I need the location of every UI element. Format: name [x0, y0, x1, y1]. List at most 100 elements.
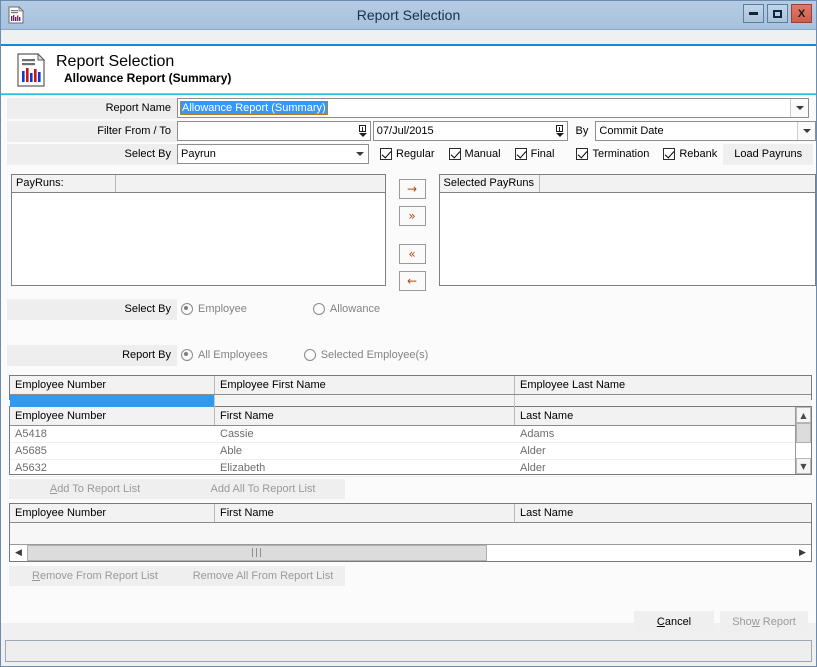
transfer-button-group: → » « ←: [398, 179, 426, 291]
report-grid-empty-body[interactable]: [10, 523, 811, 544]
column-header-employee-first-name[interactable]: Employee First Name: [215, 376, 515, 394]
scroll-left-icon[interactable]: ◀: [10, 545, 27, 561]
employee-results-grid[interactable]: Employee Number First Name Last Name A54…: [9, 406, 812, 477]
radio-dot-icon: [303, 349, 316, 361]
by-combo[interactable]: Commit Date: [595, 121, 816, 141]
radio-employee[interactable]: Employee: [181, 303, 247, 315]
cancel-label-rest: ancel: [664, 615, 692, 628]
filter-to-spinner-icon[interactable]: [553, 122, 567, 140]
cell-first-name: Elizabeth: [220, 462, 266, 474]
selected-payruns-header: Selected PayRuns: [439, 175, 815, 193]
scroll-up-icon[interactable]: ▲: [796, 407, 811, 423]
hscrollbar-track[interactable]: [487, 545, 794, 561]
column-header-last-name[interactable]: Last Name: [515, 407, 795, 425]
show-report-button[interactable]: Show Report: [720, 611, 808, 632]
add-to-report-list-button[interactable]: Add To Report List: [9, 479, 181, 499]
radio-selected-employees[interactable]: Selected Employee(s): [303, 349, 428, 361]
chevron-down-icon[interactable]: [797, 122, 815, 140]
add-button-label-rest: dd To Report List: [57, 483, 141, 495]
scrollbar-thumb[interactable]: [796, 423, 811, 443]
move-right-button[interactable]: →: [398, 179, 426, 199]
column-header: Selected PayRuns: [440, 175, 540, 192]
selected-payruns-list[interactable]: Selected PayRuns: [438, 174, 816, 286]
cell-employee-number: A5632: [15, 462, 47, 474]
column-header-spacer: [540, 175, 815, 192]
maximize-button[interactable]: [767, 4, 788, 23]
payruns-transfer-area: PayRuns: → » « ← Selected PayRuns: [11, 174, 816, 291]
report-name-row: Report Name Allowance Report (Summary): [1, 97, 816, 119]
report-by-label: Report By: [7, 344, 177, 366]
report-name-label: Report Name: [7, 97, 177, 119]
window-titlebar: Report Selection X: [1, 1, 816, 30]
by-value: Commit Date: [599, 125, 664, 137]
column-header-last-name[interactable]: Last Name: [515, 504, 811, 522]
column-header-spacer: [116, 175, 385, 192]
report-name-combo[interactable]: Allowance Report (Summary): [177, 98, 809, 118]
cell-employee-number: A5418: [15, 428, 47, 440]
remove-all-from-report-list-button[interactable]: Remove All From Report List: [181, 566, 345, 586]
checkmark-icon: [448, 148, 461, 160]
window-controls: X: [743, 4, 812, 23]
column-header-first-name[interactable]: First Name: [215, 504, 515, 522]
move-all-left-button[interactable]: «: [398, 244, 426, 264]
radio-dot-icon: [181, 349, 193, 361]
report-selection-window: Report Selection X Report Selection Allo…: [0, 0, 817, 667]
scroll-right-icon[interactable]: ▶: [794, 545, 811, 561]
table-row[interactable]: A5685 Able Alder: [10, 443, 795, 460]
by-label: By: [575, 125, 589, 137]
employee-filter-grid[interactable]: Employee Number Employee First Name Empl…: [9, 375, 812, 410]
chevron-down-icon[interactable]: [790, 99, 808, 117]
add-button-row: Add To Report List Add All To Report Lis…: [9, 479, 816, 499]
select-by-combo[interactable]: Payrun: [177, 144, 369, 164]
chevron-down-icon[interactable]: [351, 145, 368, 163]
checkbox-rebank[interactable]: Rebank: [663, 148, 717, 160]
status-bar: [5, 640, 812, 662]
checkbox-regular[interactable]: Regular: [380, 148, 435, 160]
column-header-employee-number[interactable]: Employee Number: [10, 376, 215, 394]
filter-grid-header: Employee Number Employee First Name Empl…: [10, 376, 811, 395]
filter-range-label: Filter From / To: [7, 120, 177, 142]
table-row[interactable]: A5418 Cassie Adams: [10, 426, 795, 443]
radio-all-employees[interactable]: All Employees: [181, 349, 268, 361]
page-subtitle: Allowance Report (Summary): [64, 71, 232, 86]
add-all-to-report-list-button[interactable]: Add All To Report List: [181, 479, 345, 499]
radio-allowance[interactable]: Allowance: [312, 303, 380, 315]
report-list-grid[interactable]: Employee Number First Name Last Name ◀ |…: [9, 503, 812, 562]
minimize-button[interactable]: [743, 4, 764, 23]
filter-from-date[interactable]: [177, 121, 371, 141]
page-title: Report Selection: [56, 52, 175, 70]
column-header-employee-last-name[interactable]: Employee Last Name: [515, 376, 811, 394]
column-header-employee-number[interactable]: Employee Number: [10, 504, 215, 522]
cell-last-name: Alder: [520, 445, 546, 457]
move-all-right-button[interactable]: »: [398, 206, 426, 226]
close-button[interactable]: X: [791, 4, 812, 23]
remove-from-report-list-button[interactable]: Remove From Report List: [9, 566, 181, 586]
hscrollbar-thumb[interactable]: |||: [27, 545, 487, 561]
checkmark-icon: [380, 148, 392, 160]
cancel-button[interactable]: Cancel: [634, 611, 714, 632]
checkbox-final[interactable]: Final: [514, 148, 554, 160]
radio-dot-icon: [312, 303, 325, 315]
load-payruns-button[interactable]: Load Payruns: [723, 143, 814, 165]
move-left-button[interactable]: ←: [398, 271, 426, 291]
filter-to-date[interactable]: 07/Jul/2015: [372, 121, 568, 141]
report-grid-hscrollbar[interactable]: ◀ ||| ▶: [10, 544, 811, 561]
radio-dot-icon: [181, 303, 193, 315]
scroll-down-icon[interactable]: ▼: [796, 458, 811, 474]
remove-button-row: Remove From Report List Remove All From …: [9, 566, 816, 586]
employee-grid-scrollbar[interactable]: ▲ ▼: [795, 407, 811, 474]
filter-from-spinner-icon[interactable]: [356, 122, 370, 140]
show-report-label-rest: Report: [759, 615, 796, 628]
report-chart-icon: [7, 6, 25, 24]
form-body: Report Name Allowance Report (Summary) F…: [1, 94, 816, 632]
column-header-first-name[interactable]: First Name: [215, 407, 515, 425]
checkbox-termination[interactable]: Termination: [576, 148, 649, 160]
scrollbar-track[interactable]: [796, 443, 811, 458]
table-row[interactable]: A5632 Elizabeth Alder: [10, 460, 795, 477]
select-by-row: Select By Payrun Regular Manual Final Te…: [1, 143, 816, 165]
column-header-employee-number[interactable]: Employee Number: [10, 407, 215, 425]
select-by-radio-row: Select By Employee Allowance: [1, 298, 816, 320]
checkbox-manual[interactable]: Manual: [448, 148, 501, 160]
available-payruns-list[interactable]: PayRuns:: [11, 174, 386, 286]
report-document-icon: [15, 52, 47, 87]
